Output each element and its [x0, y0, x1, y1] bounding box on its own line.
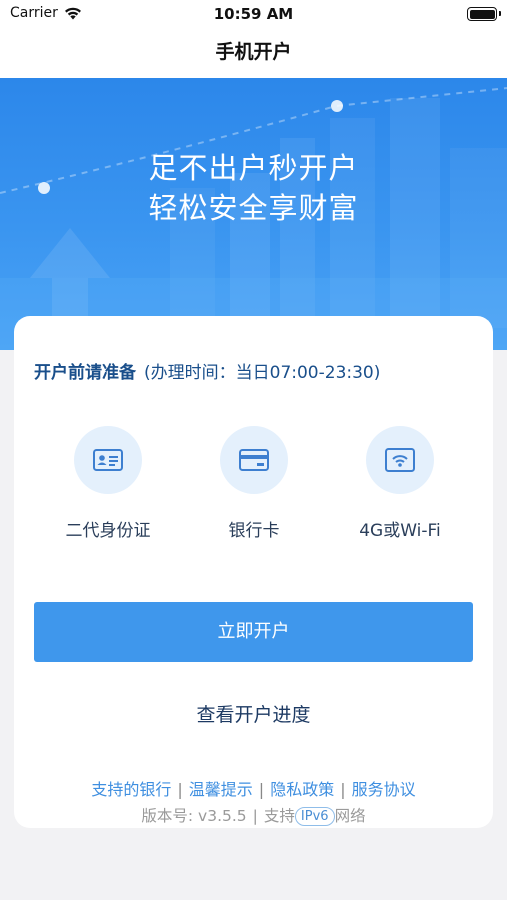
hero-banner: 足不出户秒开户 轻松安全享财富: [0, 78, 507, 350]
prep-item-network: 4G或Wi-Fi: [330, 426, 470, 541]
slogan-line-1: 足不出户秒开户: [148, 151, 359, 185]
link-privacy-policy[interactable]: 隐私政策: [270, 780, 334, 799]
prep-item-id-card: 二代身份证: [38, 426, 178, 541]
version-info: 版本号: v3.5.5 | 支持 IPv6 网络: [14, 804, 493, 826]
wifi-icon: [366, 426, 434, 494]
prep-item-bank-card: 银行卡: [184, 426, 324, 541]
prep-label-id-card: 二代身份证: [65, 521, 151, 541]
business-hours: (办理时间：当日07:00-23:30): [144, 363, 381, 383]
link-separator: |: [340, 780, 346, 799]
preparation-heading: 开户前请准备 (办理时间：当日07:00-23:30): [34, 358, 380, 383]
status-bar: Carrier 10:59 AM: [0, 0, 507, 30]
nav-bar: 手机开户: [0, 30, 507, 78]
link-separator: |: [177, 780, 183, 799]
slogan-line-2: 轻松安全享财富: [148, 191, 359, 225]
support-prefix: 支持: [263, 807, 295, 825]
prep-label-bank-card: 银行卡: [228, 521, 280, 541]
link-separator: |: [258, 780, 265, 799]
check-progress-link[interactable]: 查看开户进度: [14, 700, 493, 727]
account-opening-card: 开户前请准备 (办理时间：当日07:00-23:30) 二代身份证 银行卡 4G…: [14, 316, 493, 828]
banner-slogan: 足不出户秒开户 轻松安全享财富: [0, 148, 507, 228]
bank-card-icon: [220, 426, 288, 494]
link-service-agreement[interactable]: 服务协议: [352, 780, 416, 799]
footer-links: 支持的银行 | 温馨提示 | 隐私政策 | 服务协议: [14, 776, 493, 800]
preparation-items: 二代身份证 银行卡 4G或Wi-Fi: [14, 426, 493, 546]
link-tips[interactable]: 温馨提示: [189, 780, 253, 799]
clock: 10:59 AM: [213, 5, 294, 23]
page-title: 手机开户: [215, 41, 292, 63]
version-separator: |: [252, 807, 258, 825]
ipv6-badge: IPv6: [294, 807, 335, 826]
version-number: 版本号: v3.5.5: [141, 807, 247, 825]
prep-label-network: 4G或Wi-Fi: [359, 521, 441, 541]
support-suffix: 网络: [334, 807, 366, 825]
battery-icon: [467, 7, 501, 21]
preparation-title: 开户前请准备: [34, 363, 136, 383]
open-account-button[interactable]: 立即开户: [34, 602, 473, 662]
id-card-icon: [74, 426, 142, 494]
link-supported-banks[interactable]: 支持的银行: [91, 780, 171, 799]
